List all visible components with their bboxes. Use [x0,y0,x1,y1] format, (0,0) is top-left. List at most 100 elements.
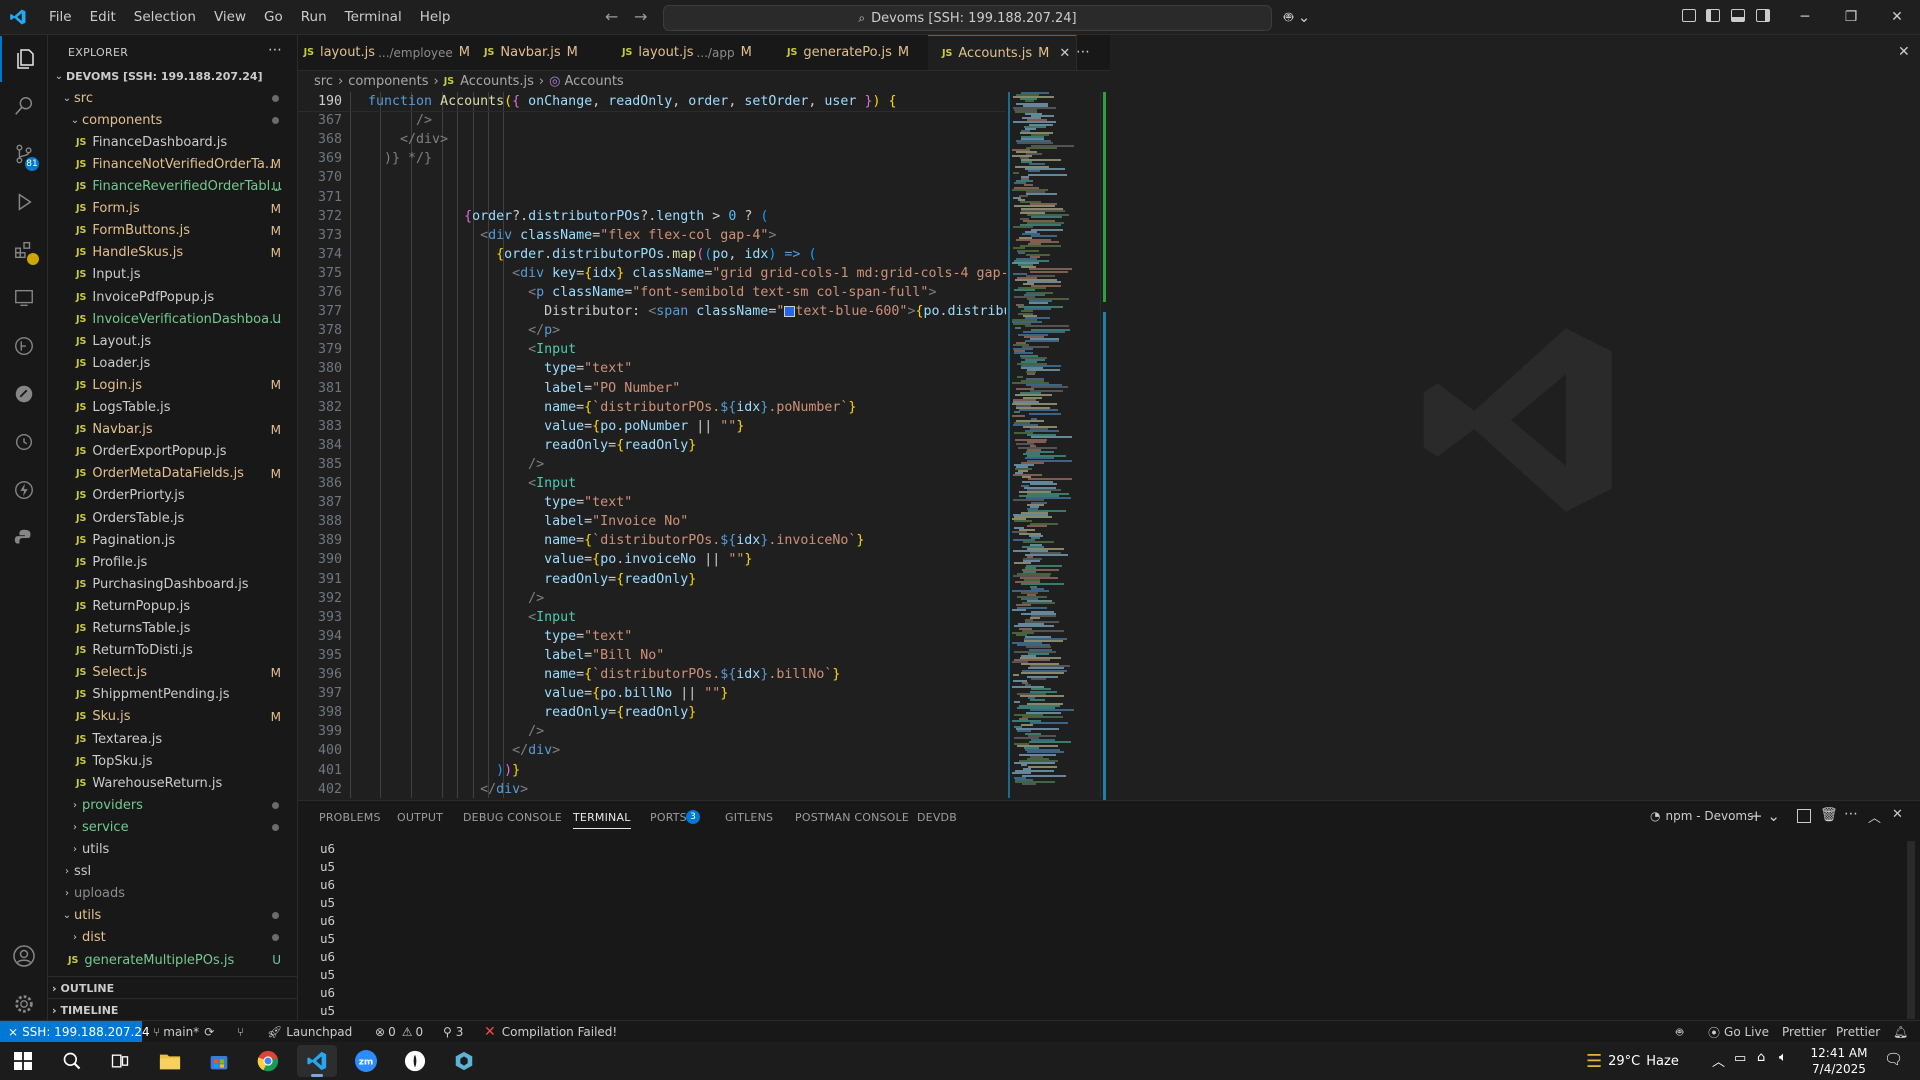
menu-help[interactable]: Help [411,9,460,25]
file-item[interactable]: JS ReturnPopup.js [48,595,297,617]
file-item[interactable]: JS Select.js M [48,662,297,684]
file-item[interactable]: JS Form.js M [48,198,297,220]
weather-widget[interactable]: ☰ 29°C Haze [1586,1042,1679,1080]
file-item[interactable]: JS generateMultiplePOs.js U [48,949,297,971]
forward-arrow-icon[interactable]: → [634,7,647,26]
folder-src[interactable]: ⌄ src [48,87,297,109]
close-window-icon[interactable]: ✕ [1874,9,1920,25]
menu-run[interactable]: Run [292,9,336,25]
menu-edit[interactable]: Edit [81,9,125,25]
minimize-icon[interactable]: ─ [1782,9,1828,25]
file-explorer-icon[interactable] [150,1045,190,1077]
panel-tab-debug-console[interactable]: DEBUG CONSOLE [463,811,562,824]
tab-layout[interactable]: JS layout.js .../employee M [298,35,471,70]
command-center-search[interactable]: ⌕ Devoms [SSH: 199.188.207.24] [663,5,1272,31]
panel-tab-postman-console[interactable]: POSTMAN CONSOLE [795,811,909,824]
file-item[interactable]: JS Sku.js M [48,706,297,728]
file-item[interactable]: JS Navbar.js M [48,419,297,441]
prettier-status[interactable]: Prettier [1782,1021,1826,1043]
chrome-icon[interactable] [248,1045,288,1077]
ports-indicator[interactable]: ⚲ 3 [443,1021,463,1043]
go-live-button[interactable]: ⦿ Go Live [1708,1021,1769,1043]
panel-tab-problems[interactable]: PROBLEMS [319,811,381,824]
file-item[interactable]: JS HandleSkus.js M [48,242,297,264]
volume-icon[interactable]: 🔈︎ [1779,1050,1787,1065]
thunder-client-icon[interactable] [0,467,47,513]
split-terminal-icon[interactable] [1797,809,1811,823]
close-tab-icon[interactable]: ✕ [1059,46,1070,61]
file-item[interactable]: JS Loader.js [48,352,297,374]
panel-more-icon[interactable]: ⋯ [1844,806,1858,822]
toggle-sidebar-icon[interactable] [1706,9,1720,22]
file-item[interactable]: JS Textarea.js [48,728,297,750]
launchpad-item[interactable]: 🚀︎ Launchpad [267,1021,352,1043]
restore-icon[interactable]: ❐ [1828,9,1874,25]
tab-layout[interactable]: JS layout.js .../app M [608,35,774,70]
problems-indicator[interactable]: ⊗ 0 ⚠ 0 [375,1021,423,1043]
taskbar-search-icon[interactable] [52,1045,92,1077]
vscode-taskbar-icon[interactable] [297,1045,337,1077]
task-view-icon[interactable] [100,1045,140,1077]
file-item[interactable]: JS FormButtons.js M [48,220,297,242]
copilot-status-icon[interactable]: 🤖︎ [1676,1021,1683,1043]
file-item[interactable]: JS LogsTable.js [48,397,297,419]
tab-generatepo[interactable]: JS generatePo.js M [773,35,929,70]
terminal-scrollbar[interactable] [1907,841,1915,1019]
panel-tab-output[interactable]: OUTPUT [397,811,443,824]
folder-dist[interactable]: › dist [48,927,297,949]
file-item[interactable]: JS WarehouseReturn.js [48,772,297,794]
breadcrumb-components[interactable]: components [348,74,428,89]
python-icon[interactable] [0,515,47,561]
tree-root[interactable]: ⌄ DEVOMS [SSH: 199.188.207.24] [48,65,297,87]
toggle-secondary-sidebar-icon[interactable] [1756,9,1770,22]
file-item[interactable]: JS Login.js M [48,374,297,396]
close-panel-icon[interactable]: ✕ [1892,807,1903,822]
gitlens-icon[interactable] [0,323,47,369]
extensions-icon[interactable] [0,227,47,273]
terminal-switcher[interactable]: ◔ npm - Devoms [1650,809,1753,823]
folder-item[interactable]: › service [48,816,297,838]
source-control-icon[interactable]: 81 [0,131,47,177]
close-editor-icon[interactable]: ✕ [1898,44,1910,60]
panel-tab-gitlens[interactable]: GITLENS [725,811,773,824]
folder-item[interactable]: › utils [48,839,297,861]
menu-view[interactable]: View [205,9,255,25]
file-item[interactable]: JS ReturnToDisti.js [48,640,297,662]
prettier-status-2[interactable]: Prettier [1836,1021,1880,1043]
panel-tab-devdb[interactable]: DEVDB [917,811,957,824]
file-item[interactable]: JS OrderExportPopup.js [48,441,297,463]
file-item[interactable]: JS TopSku.js [48,750,297,772]
tab-navbar[interactable]: JS Navbar.js M [470,35,609,70]
more-actions-icon[interactable]: ⋯ [268,42,282,58]
tab-overflow-icon[interactable]: ⋯ [1076,44,1090,60]
folder-components[interactable]: ⌄ components [48,109,297,131]
back-arrow-icon[interactable]: ← [605,7,618,26]
file-item[interactable]: JS ShippmentPending.js [48,684,297,706]
battery-icon[interactable]: ▭ [1734,1051,1746,1066]
menu-selection[interactable]: Selection [125,9,205,25]
breadcrumb-symbol[interactable]: Accounts [564,74,623,89]
menu-go[interactable]: Go [255,9,292,25]
folder-item[interactable]: › providers [48,794,297,816]
network-icon[interactable]: ⌂ [1757,1050,1765,1065]
code-editor[interactable]: 190 function Accounts({ onChange, readOnl… [298,92,1110,798]
file-item[interactable]: JS ReturnsTable.js [48,618,297,640]
compile-status[interactable]: ✕ Compilation Failed! [484,1021,617,1043]
file-item[interactable]: JS PurchasingDashboard.js [48,573,297,595]
folder-item[interactable]: › ssl [48,861,297,883]
copilot-icon[interactable]: 🤖︎ ⌄ [1284,7,1310,28]
folder-utils[interactable]: ⌄ utils [48,905,297,927]
zoom-icon[interactable]: zm [346,1045,386,1077]
clock[interactable]: 12:41 AM 7/4/2025 [1802,1045,1876,1077]
minimap[interactable] [1006,92,1100,798]
new-terminal-icon[interactable]: + ⌄ [1750,807,1780,825]
file-item[interactable]: JS FinanceNotVerifiedOrderTa... M [48,153,297,175]
git-branch[interactable]: ⑂ main* ⟳ [153,1021,214,1043]
kill-terminal-icon[interactable]: 🗑︎ [1820,807,1838,823]
file-item[interactable]: JS OrderMetaDataFields.js M [48,463,297,485]
store-icon[interactable] [199,1045,239,1077]
notifications-bell-icon[interactable]: 🔔︎ [1893,1021,1908,1043]
search-icon[interactable] [0,83,47,129]
timeline-section[interactable]: › TIMELINE [48,998,297,1021]
run-debug-icon[interactable] [0,179,47,225]
